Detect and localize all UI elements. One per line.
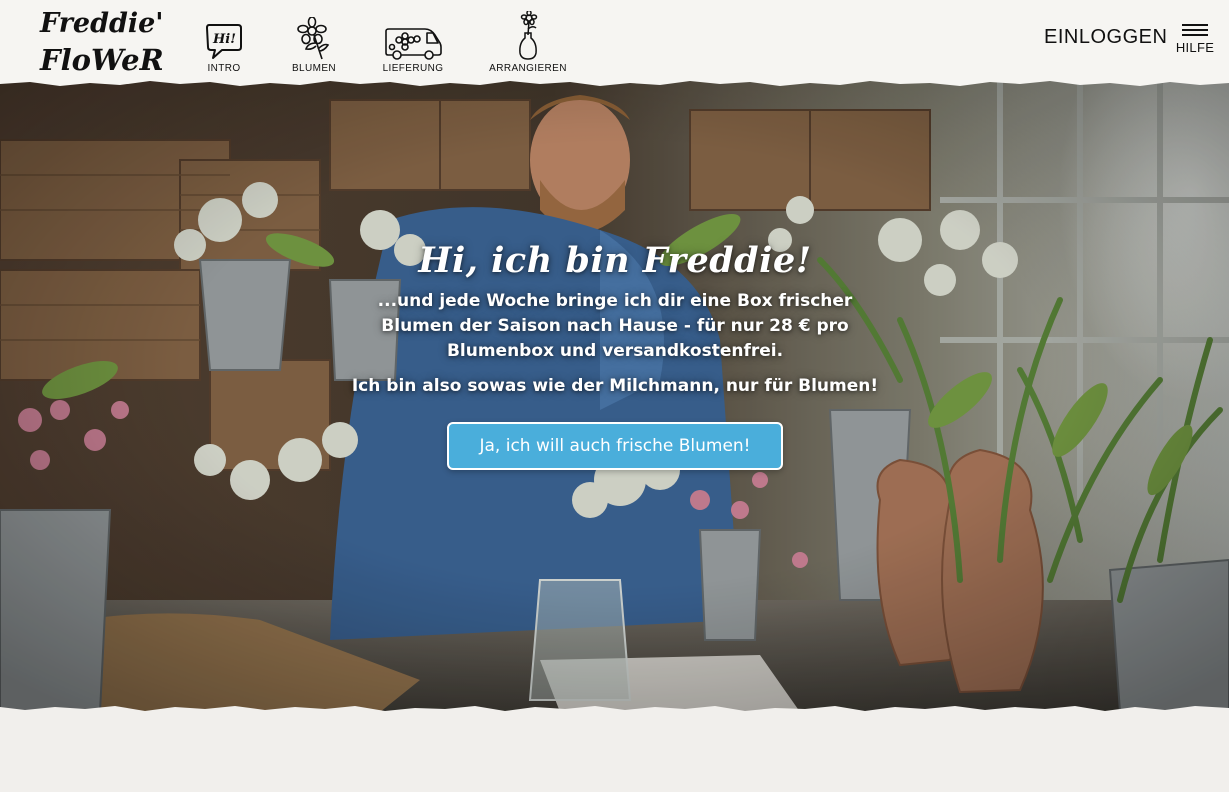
nav-blumen[interactable]: BLUMEN bbox=[286, 8, 342, 74]
speech-bubble-icon: Hi! bbox=[206, 24, 242, 59]
lower-section bbox=[0, 712, 1229, 792]
login-link[interactable]: EINLOGGEN bbox=[1044, 26, 1167, 49]
nav-lieferung-label: LIEFERUNG bbox=[382, 63, 444, 74]
help-menu-button[interactable]: HILFE bbox=[1174, 22, 1216, 62]
page: Freddie's FloWeRs Hi! INTRO bbox=[0, 0, 1229, 792]
hero-title: Hi, ich bin Freddie! bbox=[418, 240, 812, 281]
nav-blumen-label: BLUMEN bbox=[291, 63, 337, 74]
hero-section: Hi, ich bin Freddie! ...und jede Woche b… bbox=[0, 80, 1229, 712]
cta-button[interactable]: Ja, ich will auch frische Blumen! bbox=[447, 422, 783, 470]
hero-content: Hi, ich bin Freddie! ...und jede Woche b… bbox=[330, 240, 900, 470]
nav-lieferung[interactable]: LIEFERUNG bbox=[378, 8, 448, 74]
help-label: HILFE bbox=[1175, 40, 1215, 55]
torn-paper-edge-top bbox=[0, 78, 1229, 86]
nav-intro[interactable]: Hi! INTRO bbox=[198, 8, 250, 74]
logo-line-2: FloWeRs bbox=[39, 43, 162, 77]
logo-line-1: Freddie's bbox=[39, 8, 162, 39]
nav-intro-label: INTRO bbox=[207, 63, 241, 74]
vase-icon bbox=[519, 11, 538, 60]
nav-arrangieren[interactable]: ARRANGIEREN bbox=[488, 8, 568, 74]
svg-text:Hi!: Hi! bbox=[212, 32, 236, 47]
hamburger-menu-icon bbox=[1182, 22, 1208, 36]
hero-subtitle: ...und jede Woche bringe ich dir eine Bo… bbox=[377, 291, 853, 361]
freddies-flowers-logo[interactable]: Freddie's FloWeRs bbox=[38, 2, 162, 78]
site-header: Freddie's FloWeRs Hi! INTRO bbox=[0, 0, 1229, 84]
flower-icon bbox=[297, 17, 330, 60]
nav-arrangieren-label: ARRANGIEREN bbox=[489, 63, 567, 74]
hero-subtitle-2: Ich bin also sowas wie der Milchmann, nu… bbox=[351, 376, 879, 396]
van-icon bbox=[385, 28, 442, 60]
